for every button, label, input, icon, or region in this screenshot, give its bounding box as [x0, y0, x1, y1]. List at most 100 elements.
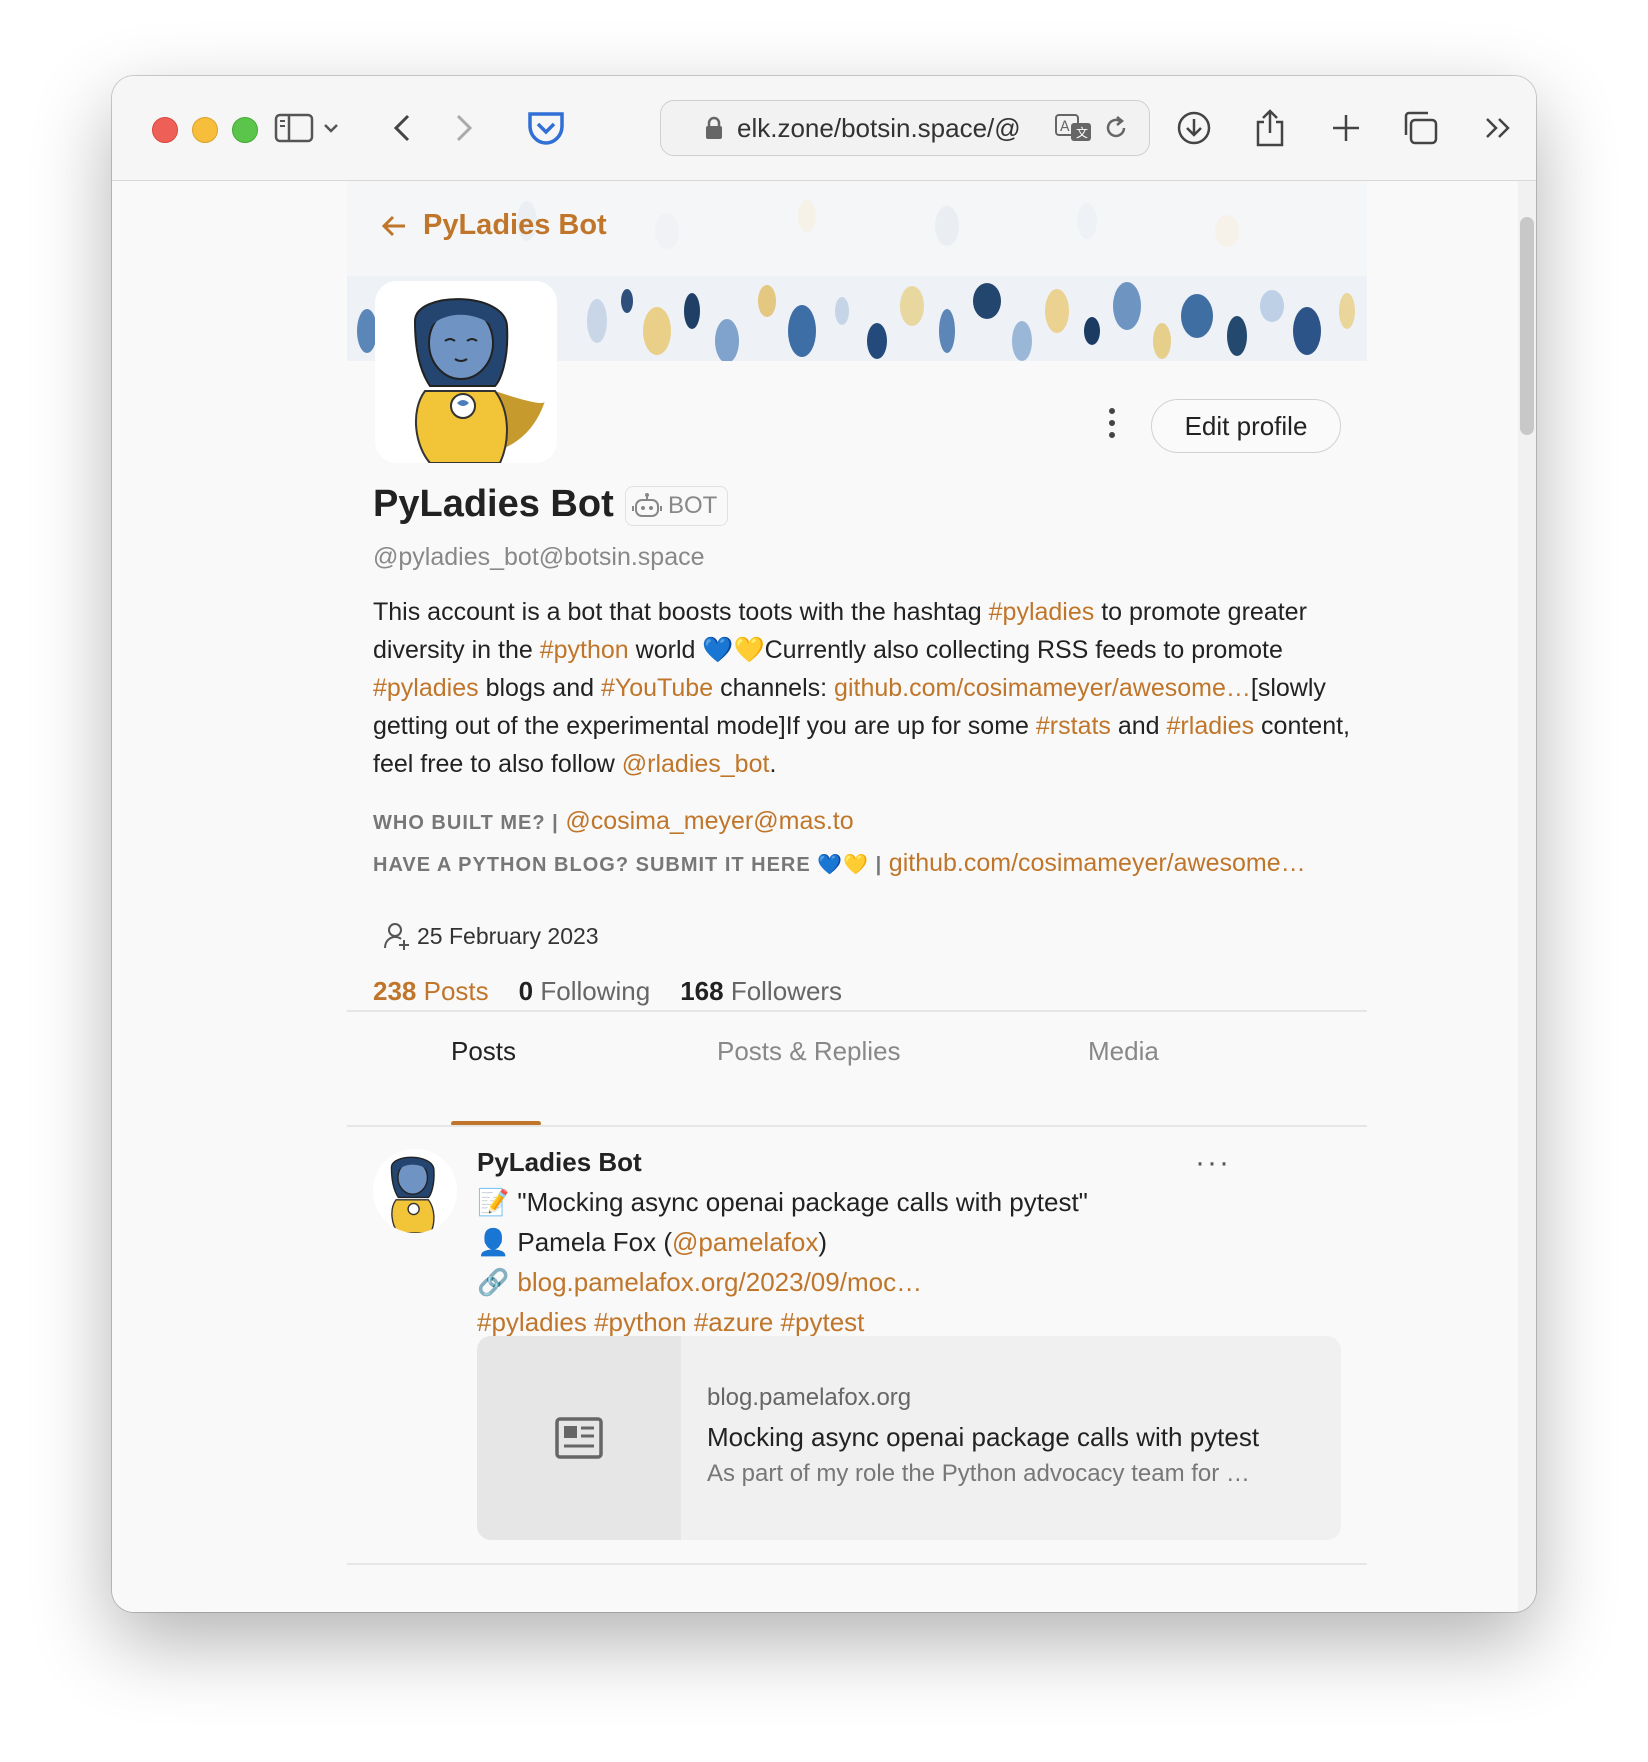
browser-toolbar: elk.zone/botsin.space/@ A文 — [112, 76, 1536, 181]
scrollbar-thumb[interactable] — [1520, 217, 1534, 435]
post-text: ) — [818, 1227, 828, 1257]
posts-count: 238 — [373, 976, 417, 1006]
share-icon[interactable] — [1246, 104, 1294, 152]
following-label: Following — [540, 976, 651, 1006]
bot-badge: BOT — [625, 486, 729, 526]
svg-text:A: A — [1060, 119, 1070, 135]
joined-date: 25 February 2023 — [383, 921, 599, 951]
profile-field-blog: HAVE A PYTHON BLOG? SUBMIT IT HERE 💙💛 | … — [373, 849, 1306, 878]
bio-github-link[interactable]: github.com/cosimameyer/awesome… — [834, 674, 1251, 702]
chevron-down-icon[interactable] — [316, 104, 346, 152]
post-text: "Mocking async openai package calls with… — [517, 1187, 1088, 1217]
forward-icon[interactable] — [440, 104, 488, 152]
pyladies-avatar-illustration — [375, 281, 557, 463]
page-content: PyLadies Bot Edit profile PyLadies Bot B… — [112, 181, 1536, 1612]
profile-field-builder: WHO BUILT ME? | @cosima_meyer@mas.to — [373, 807, 854, 836]
person-icon: 👤 — [477, 1227, 510, 1257]
profile-more-icon[interactable] — [1097, 403, 1127, 443]
lock-icon — [705, 116, 723, 140]
post-line-author: 👤 Pamela Fox (@pamelafox) — [477, 1227, 827, 1258]
scrollbar-track[interactable] — [1518, 181, 1536, 1612]
post-hashtags[interactable]: #pyladies #python #azure #pytest — [477, 1307, 864, 1338]
followers-label: Followers — [730, 976, 843, 1006]
bio-text: channels: — [713, 674, 835, 702]
hashtag-link[interactable]: #rladies — [1167, 712, 1255, 740]
link-icon: 🔗 — [477, 1267, 510, 1297]
back-header-title[interactable]: PyLadies Bot — [423, 209, 607, 242]
tab-media[interactable]: Media — [1088, 1036, 1159, 1067]
sidebar-icon[interactable] — [270, 104, 318, 152]
close-window-button[interactable] — [152, 117, 178, 143]
edit-profile-button[interactable]: Edit profile — [1151, 399, 1341, 453]
bio-text: world 💙💛Currently also collecting RSS fe… — [628, 636, 1283, 664]
posts-label: Posts — [423, 976, 489, 1006]
mention-link[interactable]: @pamelafox — [672, 1227, 818, 1258]
following-link[interactable]: 0 Following — [519, 976, 651, 1007]
link-preview-card[interactable]: blog.pamelafox.org Mocking async openai … — [477, 1336, 1341, 1540]
joined-date-text: 25 February 2023 — [417, 922, 599, 949]
tab-overview-icon[interactable] — [1396, 104, 1444, 152]
newspaper-icon — [555, 1417, 603, 1459]
divider — [347, 1125, 1367, 1127]
following-count: 0 — [518, 976, 534, 1006]
post-more-icon[interactable]: ··· — [1195, 1146, 1231, 1180]
user-plus-icon — [383, 921, 411, 951]
profile-display-name: PyLadies Bot — [373, 483, 614, 525]
post-line-title: 📝 "Mocking async openai package calls wi… — [477, 1187, 1088, 1218]
card-description: As part of my role the Python advocacy t… — [707, 1460, 1250, 1487]
robot-icon — [632, 492, 662, 520]
hashtag-link[interactable]: #pyladies — [373, 674, 479, 702]
downloads-icon[interactable] — [1170, 104, 1218, 152]
bio-text: . — [769, 750, 777, 778]
translate-icon[interactable]: A文 — [1055, 114, 1093, 142]
tab-posts[interactable]: Posts — [451, 1036, 516, 1067]
profile-handle: @pyladies_bot@botsin.space — [373, 543, 705, 571]
hashtag-link[interactable]: #rstats — [1036, 712, 1111, 740]
back-icon[interactable] — [378, 104, 426, 152]
card-domain: blog.pamelafox.org — [707, 1384, 912, 1411]
memo-icon: 📝 — [477, 1187, 510, 1217]
divider — [347, 1563, 1367, 1565]
post-text: Pamela Fox ( — [517, 1227, 672, 1257]
field-label: HAVE A PYTHON BLOG? SUBMIT IT HERE 💙💛 | — [373, 854, 883, 876]
reload-icon[interactable] — [1103, 115, 1129, 141]
field-value-link[interactable]: @cosima_meyer@mas.to — [565, 807, 853, 835]
bio-text: blogs and — [478, 674, 601, 702]
post-line-link: 🔗 blog.pamelafox.org/2023/09/moc… — [477, 1267, 922, 1298]
posts-count-link[interactable]: 238 Posts — [373, 976, 489, 1007]
tab-posts-replies[interactable]: Posts & Replies — [717, 1036, 901, 1067]
profile-stats: 238 Posts 0 Following 168 Followers — [373, 976, 842, 1007]
bot-badge-label: BOT — [668, 492, 718, 519]
bio-text: This account is a bot that boosts toots … — [373, 598, 989, 626]
followers-count: 168 — [680, 976, 724, 1006]
hashtag-link[interactable]: #YouTube — [601, 674, 713, 702]
card-thumbnail — [477, 1336, 681, 1540]
post-author-name[interactable]: PyLadies Bot — [477, 1147, 642, 1178]
followers-link[interactable]: 168 Followers — [680, 976, 842, 1007]
browser-window: elk.zone/botsin.space/@ A文 PyLadies Bot … — [112, 76, 1536, 1612]
bio-text: and — [1110, 712, 1167, 740]
address-bar[interactable]: elk.zone/botsin.space/@ A文 — [660, 100, 1150, 156]
arrow-left-icon[interactable] — [381, 214, 407, 238]
profile-avatar[interactable] — [375, 281, 557, 463]
zoom-window-button[interactable] — [232, 117, 258, 143]
pocket-icon[interactable] — [522, 104, 570, 152]
pyladies-avatar-illustration — [373, 1149, 457, 1233]
svg-text:文: 文 — [1076, 125, 1088, 140]
field-label: WHO BUILT ME? | — [373, 812, 559, 834]
post-author-avatar[interactable] — [373, 1149, 457, 1233]
new-tab-icon[interactable] — [1322, 104, 1370, 152]
profile-bio: This account is a bot that boosts toots … — [373, 593, 1353, 783]
hashtag-link[interactable]: #pyladies — [989, 598, 1095, 626]
url-text: elk.zone/botsin.space/@ — [737, 112, 1021, 143]
profile-column: PyLadies Bot Edit profile PyLadies Bot B… — [347, 181, 1367, 1612]
mention-link[interactable]: @rladies_bot — [622, 750, 770, 778]
post-url-link[interactable]: blog.pamelafox.org/2023/09/moc… — [517, 1267, 922, 1298]
back-header[interactable]: PyLadies Bot — [381, 209, 607, 242]
minimize-window-button[interactable] — [192, 117, 218, 143]
hashtag-link[interactable]: #python — [540, 636, 629, 664]
card-title: Mocking async openai package calls with … — [707, 1422, 1260, 1452]
more-toolbar-icon[interactable] — [1474, 104, 1522, 152]
field-value-link[interactable]: github.com/cosimameyer/awesome… — [889, 849, 1306, 877]
divider — [347, 1010, 1367, 1012]
